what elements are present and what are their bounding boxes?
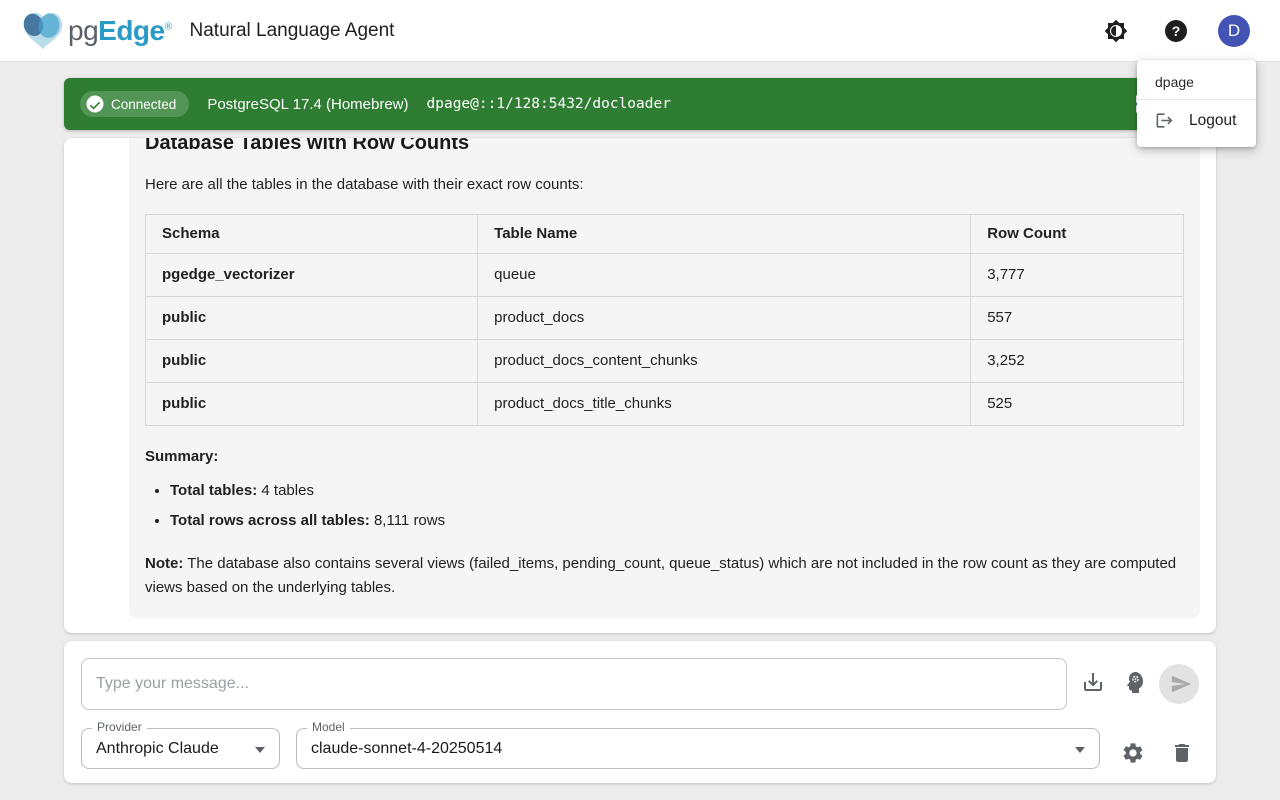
pgedge-heart-icon <box>20 11 66 51</box>
table-name-cell: product_docs_title_chunks <box>478 383 971 426</box>
menu-username: dpage <box>1137 66 1256 99</box>
page-title: Natural Language Agent <box>190 20 395 42</box>
logout-label: Logout <box>1189 112 1236 130</box>
pgedge-logo: pgEdge® <box>20 11 172 51</box>
message-input[interactable] <box>81 658 1067 710</box>
row-count-cell: 3,252 <box>971 340 1184 383</box>
help-button[interactable]: ? <box>1158 13 1194 49</box>
connection-string: dpage@::1/128:5432/docloader <box>427 96 671 112</box>
help-icon: ? <box>1164 19 1188 43</box>
chat-scroll-area[interactable]: Database Tables with Row Counts Here are… <box>64 138 1216 633</box>
row-count-cell: 557 <box>971 297 1184 340</box>
column-header-schema: Schema <box>146 215 478 254</box>
connected-badge: Connected <box>80 91 189 117</box>
column-header-row-count: Row Count <box>971 215 1184 254</box>
table-row: publicproduct_docs557 <box>146 297 1184 340</box>
chevron-down-icon <box>255 747 265 753</box>
avatar-initial: D <box>1228 21 1240 41</box>
model-label: Model <box>307 720 350 734</box>
row-count-cell: 3,777 <box>971 254 1184 297</box>
provider-label: Provider <box>92 720 147 734</box>
table-name-cell: product_docs <box>478 297 971 340</box>
check-circle-icon <box>86 95 104 113</box>
trash-icon <box>1170 741 1194 765</box>
clear-chat-button[interactable] <box>1164 735 1200 771</box>
app-header: pgEdge® Natural Language Agent ? D <box>0 0 1280 62</box>
user-dropdown-menu: dpage Logout <box>1137 60 1256 147</box>
schema-cell: pgedge_vectorizer <box>146 254 478 297</box>
download-button[interactable] <box>1075 664 1111 700</box>
composer-panel: Provider Anthropic Claude Model claude-s… <box>64 641 1216 783</box>
connection-status-bar: Connected PostgreSQL 17.4 (Homebrew) dpa… <box>64 78 1216 130</box>
dark-mode-toggle-button[interactable] <box>1098 13 1134 49</box>
ai-thinking-button[interactable] <box>1117 664 1153 700</box>
summary-heading: Summary: <box>145 446 1184 468</box>
provider-select[interactable]: Provider Anthropic Claude <box>81 728 280 769</box>
logout-menu-item[interactable]: Logout <box>1137 100 1256 141</box>
user-avatar[interactable]: D <box>1218 15 1250 47</box>
column-header-table-name: Table Name <box>478 215 971 254</box>
summary-list: Total tables: 4 tables Total rows across… <box>153 480 1184 532</box>
list-item: Total tables: 4 tables <box>170 480 1184 502</box>
send-button[interactable] <box>1159 664 1199 704</box>
dark-mode-toggle-icon <box>1104 19 1128 43</box>
logout-icon <box>1155 111 1174 130</box>
model-value: claude-sonnet-4-20250514 <box>297 729 1099 768</box>
table-name-cell: product_docs_content_chunks <box>478 340 971 383</box>
provider-value: Anthropic Claude <box>82 729 279 768</box>
chevron-down-icon <box>1075 747 1085 753</box>
psychology-icon <box>1123 670 1147 694</box>
message-heading: Database Tables with Row Counts <box>145 138 1184 156</box>
connected-badge-label: Connected <box>111 97 176 112</box>
settings-button[interactable] <box>1115 735 1151 771</box>
list-item: Total rows across all tables: 8,111 rows <box>170 510 1184 532</box>
table-row: publicproduct_docs_content_chunks3,252 <box>146 340 1184 383</box>
assistant-message: Database Tables with Row Counts Here are… <box>129 138 1200 618</box>
table-row: publicproduct_docs_title_chunks525 <box>146 383 1184 426</box>
gear-icon <box>1121 741 1145 765</box>
svg-text:?: ? <box>1172 23 1181 39</box>
message-intro: Here are all the tables in the database … <box>145 174 1184 196</box>
row-count-cell: 525 <box>971 383 1184 426</box>
download-icon <box>1081 670 1105 694</box>
pgedge-logo-text: pgEdge® <box>68 15 172 47</box>
schema-cell: public <box>146 297 478 340</box>
table-header-row: Schema Table Name Row Count <box>146 215 1184 254</box>
note-paragraph: Note: The database also contains several… <box>145 552 1184 600</box>
server-version-label: PostgreSQL 17.4 (Homebrew) <box>207 96 408 113</box>
model-select[interactable]: Model claude-sonnet-4-20250514 <box>296 728 1100 769</box>
table-body: pgedge_vectorizerqueue3,777publicproduct… <box>146 254 1184 426</box>
schema-cell: public <box>146 383 478 426</box>
header-actions: ? D <box>1098 13 1250 49</box>
db-tables-table: Schema Table Name Row Count pgedge_vecto… <box>145 214 1184 426</box>
table-row: pgedge_vectorizerqueue3,777 <box>146 254 1184 297</box>
send-icon <box>1170 673 1192 695</box>
table-name-cell: queue <box>478 254 971 297</box>
schema-cell: public <box>146 340 478 383</box>
